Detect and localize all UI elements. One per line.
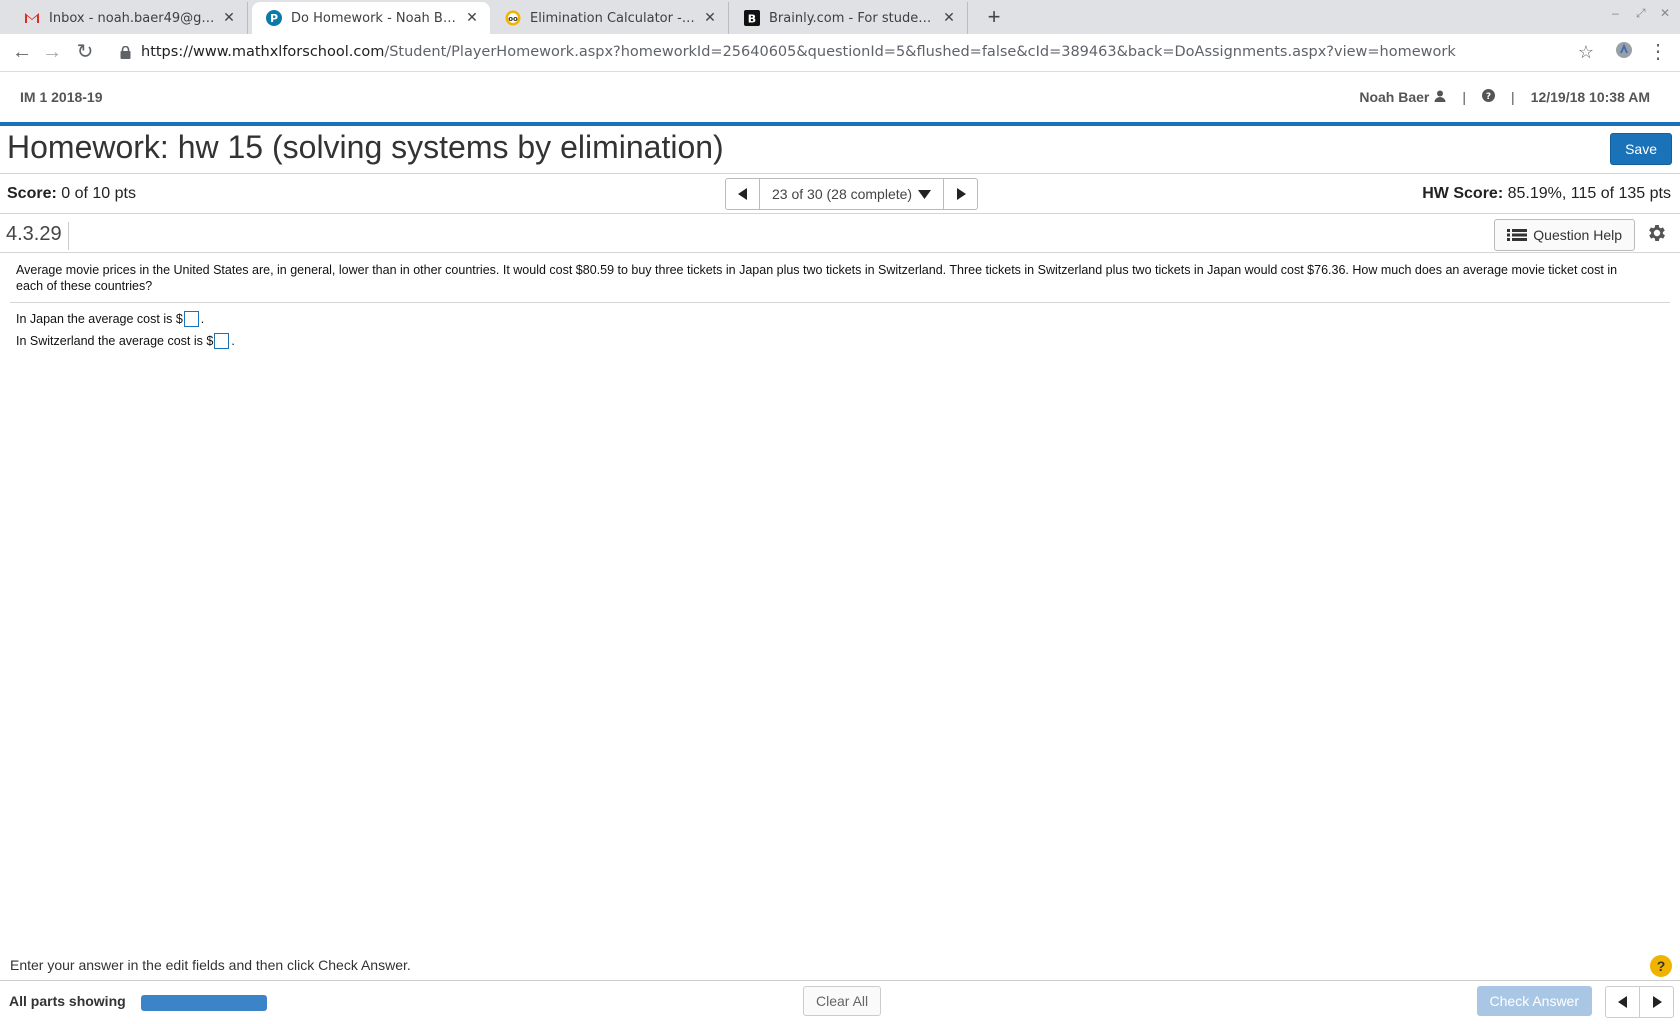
close-icon[interactable]: ✕ [221,10,237,26]
restore-icon[interactable]: ⤢ [1636,6,1646,21]
svg-text:P: P [270,12,278,25]
separator: | [1511,89,1515,105]
gmail-icon [24,10,40,26]
answer-suffix: . [200,312,205,326]
question-selector-dropdown[interactable]: 23 of 30 (28 complete) [760,179,943,209]
all-parts-label: All parts showing [9,993,126,1009]
triangle-left-icon [737,188,747,200]
tab-do-homework[interactable]: P Do Homework - Noah Baer ✕ [252,2,490,34]
tab-elimination-calculator[interactable]: oo Elimination Calculator - Solve System… [491,2,729,34]
triangle-right-icon [1652,996,1662,1008]
back-arrow-icon[interactable]: ← [10,41,34,63]
score-value: 0 of 10 pts [61,185,136,202]
gear-icon[interactable] [1646,222,1668,249]
help-badge-icon[interactable]: ? [1650,955,1672,977]
extension-icon[interactable] [1612,41,1636,64]
hw-score: HW Score: 85.19%, 115 of 135 pts [1422,185,1671,203]
user-icon [1434,89,1446,105]
caret-down-icon [918,189,932,199]
page-title: Homework: hw 15 (solving systems by elim… [7,129,724,165]
question-help-label: Question Help [1533,227,1622,243]
question-help-button[interactable]: Question Help [1494,219,1635,251]
brainly-icon: B [744,10,760,26]
divider [0,252,1680,253]
answer-prefix: In Japan the average cost is $ [16,312,183,326]
url-field[interactable]: https://www.mathxlforschool.com/Student/… [141,44,1456,60]
close-icon[interactable]: ✕ [464,10,480,26]
score-label: Score: [7,185,57,202]
question-text: Average movie prices in the United State… [16,263,1618,293]
japan-cost-input[interactable] [183,311,199,327]
symbolab-icon: oo [505,10,521,26]
help-icon[interactable]: ? [1482,89,1496,105]
question-selector-label: 23 of 30 (28 complete) [772,186,913,202]
clear-all-button[interactable]: Clear All [803,986,882,1016]
svg-text:oo: oo [508,15,518,23]
instruction-text: Enter your answer in the edit fields and… [10,957,411,973]
address-bar: ← → ↻ https://www.mathxlforschool.com/St… [0,34,1680,72]
tab-title: Brainly.com - For students. By students. [769,10,935,26]
new-tab-icon[interactable]: + [982,6,1006,28]
svg-text:?: ? [1486,92,1491,102]
url-path: /Student/PlayerHomework.aspx?homeworkId=… [384,44,1456,60]
menu-kebab-icon[interactable]: ⋮ [1646,41,1670,63]
lock-icon [120,45,131,64]
parts-progress-bar [141,995,267,1011]
progress-fill [141,995,267,1011]
reload-icon[interactable]: ↻ [73,41,97,63]
course-name[interactable]: IM 1 2018-19 [20,89,103,105]
divider [10,302,1670,303]
triangle-left-icon [1617,996,1627,1008]
save-button[interactable]: Save [1610,133,1672,165]
question-number: 4.3.29 [6,222,69,250]
user-menu[interactable]: Noah Baer [1359,89,1446,105]
tab-gmail[interactable]: Inbox - noah.baer49@gmail.com ✕ [10,2,248,34]
divider [0,213,1680,214]
tab-title: Do Homework - Noah Baer [291,10,458,26]
tab-brainly[interactable]: B Brainly.com - For students. By student… [730,2,968,34]
next-question-button[interactable] [1640,987,1673,1017]
question-navigator: 23 of 30 (28 complete) [725,178,979,210]
bookmark-star-icon[interactable]: ☆ [1574,41,1598,63]
separator: | [1462,89,1467,105]
hw-score-label: HW Score: [1422,185,1504,202]
close-window-icon[interactable]: ✕ [1660,6,1670,20]
hw-score-value: 85.19%, 115 of 135 pts [1507,185,1671,202]
pearson-icon: P [266,10,282,26]
browser-tab-bar: Inbox - noah.baer49@gmail.com ✕ P Do Hom… [0,0,1680,34]
list-icon [1507,229,1528,241]
url-host: https://www.mathxlforschool.com [141,44,385,60]
tab-title: Inbox - noah.baer49@gmail.com [49,10,215,26]
user-name: Noah Baer [1359,89,1430,105]
bottom-bar: All parts showing Clear All Check Answer [0,980,1680,1024]
answer-line-japan: In Japan the average cost is $. [16,311,204,327]
answer-prefix: In Switzerland the average cost is $ [16,334,214,348]
check-answer-button[interactable]: Check Answer [1476,986,1592,1016]
answer-line-switzerland: In Switzerland the average cost is $. [16,333,235,349]
close-icon[interactable]: ✕ [941,10,957,26]
score: Score: 0 of 10 pts [7,185,136,203]
svg-text:B: B [748,13,756,26]
bottom-question-navigator [1605,986,1674,1018]
close-icon[interactable]: ✕ [702,10,718,26]
minimize-icon[interactable]: – [1612,6,1619,20]
answer-suffix: . [231,334,235,348]
forward-arrow-icon[interactable]: → [40,41,64,63]
user-bar: Noah Baer | ? | 12/19/18 10:38 AM [1359,89,1650,105]
site-header: IM 1 2018-19 Noah Baer | ? | 12/19/18 10… [0,72,1680,126]
triangle-right-icon [956,188,966,200]
datetime: 12/19/18 10:38 AM [1530,89,1650,105]
previous-question-button[interactable] [1606,987,1639,1017]
next-question-button[interactable] [944,179,977,209]
switzerland-cost-input[interactable] [214,333,230,349]
divider [0,173,1680,174]
tab-title: Elimination Calculator - Solve System [530,10,696,26]
previous-question-button[interactable] [726,179,759,209]
